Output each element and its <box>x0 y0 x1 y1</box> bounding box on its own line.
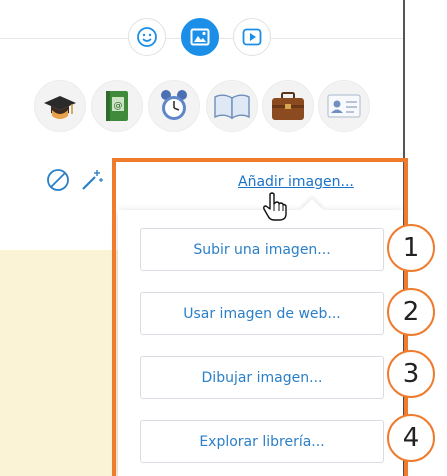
play-icon <box>242 28 262 46</box>
alarm-clock-icon <box>161 90 187 120</box>
remove-image-button[interactable] <box>44 166 72 194</box>
smiley-icon <box>137 27 157 47</box>
magic-wand-button[interactable] <box>78 166 106 194</box>
svg-text:@: @ <box>114 101 123 111</box>
image-icon <box>190 28 210 46</box>
emoji-tab[interactable] <box>128 18 166 56</box>
callout-2: 2 <box>387 288 435 336</box>
video-tab[interactable] <box>233 18 271 56</box>
clipart-id-card[interactable] <box>318 80 370 132</box>
highlight-frame <box>112 158 408 476</box>
clipart-briefcase[interactable] <box>262 80 314 132</box>
clipart-alarm-clock[interactable] <box>148 80 200 132</box>
graduation-cap-icon <box>44 96 76 119</box>
magic-wand-icon <box>82 170 103 190</box>
callout-3: 3 <box>387 350 435 398</box>
no-image-icon <box>47 169 69 191</box>
callout-1: 1 <box>387 224 435 272</box>
image-tab[interactable] <box>181 18 219 56</box>
briefcase-icon <box>272 92 304 120</box>
clipart-address-book[interactable]: @ <box>91 80 143 132</box>
clipart-open-book[interactable] <box>206 80 258 132</box>
callout-4: 4 <box>387 414 435 462</box>
address-book-icon: @ <box>106 91 128 121</box>
clipart-graduation-cap[interactable] <box>34 80 86 132</box>
id-card-icon <box>327 94 361 118</box>
open-book-icon <box>214 94 250 120</box>
hand-cursor-icon <box>263 192 287 221</box>
